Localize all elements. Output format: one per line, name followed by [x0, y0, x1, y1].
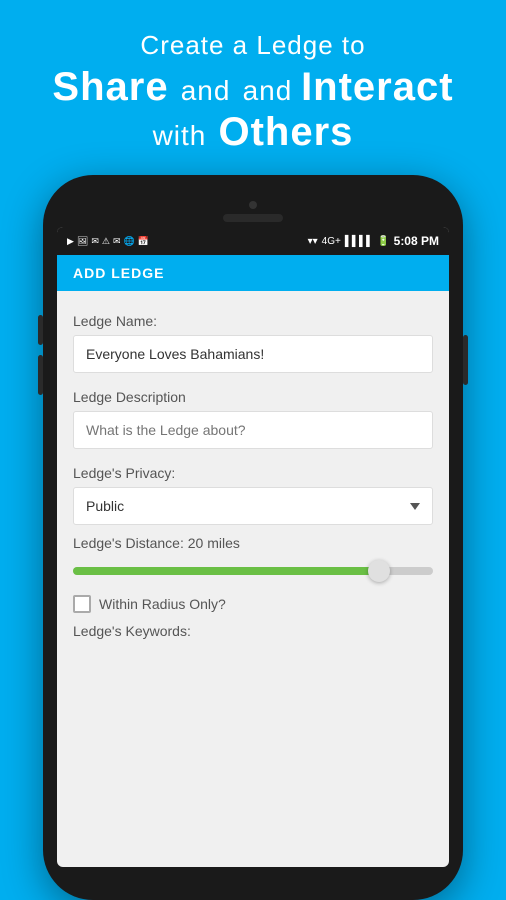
battery-icon: 🔋 [377, 236, 389, 247]
app-icon-2: 🖼 [77, 236, 88, 247]
header-section: Create a Ledge to Share and and Interact… [0, 0, 506, 175]
ledge-name-input[interactable] [73, 335, 433, 373]
app-bar: ADD LEDGE [57, 255, 449, 291]
privacy-select-display[interactable]: Public [74, 488, 432, 524]
with-word: with [153, 120, 207, 151]
app-icon-1: ▶ [67, 236, 74, 247]
wifi-icon: ▾▾ [308, 236, 318, 247]
slider-container [73, 559, 433, 583]
phone-screen: ▶ 🖼 ✉ ⚠ ✉ 🌐 📅 ▾▾ 4G+ ▌▌▌▌ 🔋 5:08 PM ADD … [57, 227, 449, 867]
within-radius-checkbox[interactable] [73, 595, 91, 613]
app-icon-3: ✉ [91, 236, 99, 247]
header-line1: Create a Ledge to [20, 30, 486, 61]
globe-icon: 🌐 [124, 236, 135, 247]
signal-bars: ▌▌▌▌ [345, 236, 373, 247]
and-word: and [181, 75, 231, 106]
interact-word: Interact [301, 65, 454, 109]
ledge-description-input[interactable] [73, 411, 433, 449]
keywords-label: Ledge's Keywords: [73, 623, 433, 639]
share-word: Share [52, 65, 168, 109]
slider-track[interactable] [73, 567, 433, 575]
others-word: Others [218, 110, 353, 154]
slider-thumb[interactable] [368, 560, 390, 582]
phone-speaker [223, 214, 283, 222]
app-icon-5: 📅 [138, 236, 149, 247]
within-radius-label: Within Radius Only? [99, 596, 226, 612]
front-camera [249, 201, 257, 209]
distance-label: Ledge's Distance: 20 miles [73, 535, 433, 551]
app-bar-title: ADD LEDGE [73, 265, 164, 281]
volume-down-button[interactable] [38, 355, 43, 395]
ledge-name-label: Ledge Name: [73, 313, 433, 329]
app-icon-4: ✉ [113, 236, 121, 247]
dropdown-arrow-icon [410, 503, 420, 510]
slider-fill [73, 567, 379, 575]
ledge-description-label: Ledge Description [73, 389, 433, 405]
and-text: and [243, 75, 302, 106]
privacy-value: Public [86, 498, 124, 514]
form-content: Ledge Name: Ledge Description Ledge's Pr… [57, 291, 449, 861]
status-icons-left: ▶ 🖼 ✉ ⚠ ✉ 🌐 📅 [67, 236, 149, 247]
header-line2: Share and and Interact with Others [20, 65, 486, 155]
status-bar: ▶ 🖼 ✉ ⚠ ✉ 🌐 📅 ▾▾ 4G+ ▌▌▌▌ 🔋 5:08 PM [57, 227, 449, 255]
power-button[interactable] [463, 335, 468, 385]
volume-up-button[interactable] [38, 315, 43, 345]
warning-icon: ⚠ [102, 236, 110, 247]
privacy-label: Ledge's Privacy: [73, 465, 433, 481]
phone-frame: ▶ 🖼 ✉ ⚠ ✉ 🌐 📅 ▾▾ 4G+ ▌▌▌▌ 🔋 5:08 PM ADD … [43, 175, 463, 900]
phone-top-bezel [57, 193, 449, 223]
status-time: 5:08 PM [394, 234, 439, 248]
status-right: ▾▾ 4G+ ▌▌▌▌ 🔋 5:08 PM [308, 234, 439, 248]
signal-strength: 4G+ [322, 236, 341, 247]
privacy-select[interactable]: Public [73, 487, 433, 525]
checkbox-row: Within Radius Only? [73, 595, 433, 613]
